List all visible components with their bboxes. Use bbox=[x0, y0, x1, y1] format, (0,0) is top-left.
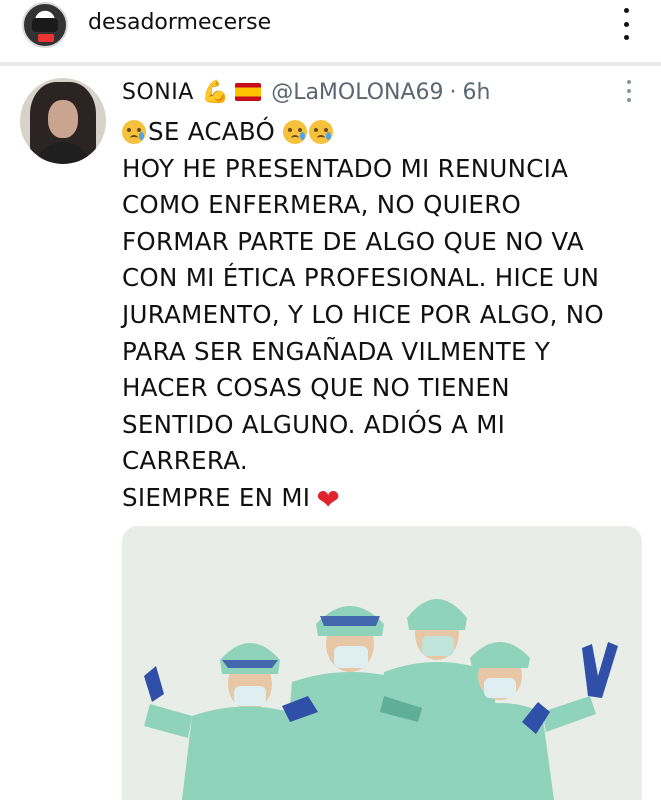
more-options-icon[interactable] bbox=[619, 8, 633, 40]
tweet-line: SE ACABÓ bbox=[122, 114, 642, 151]
tweet-line: CARRERA. bbox=[122, 446, 248, 476]
crying-face-icon bbox=[122, 120, 146, 144]
muscle-emoji-icon: 💪 bbox=[201, 79, 230, 105]
profile-avatar[interactable] bbox=[22, 2, 68, 48]
tweet-line: CON MI ÉTICA PROFESIONAL. HICE UN bbox=[122, 263, 600, 293]
crying-face-icon bbox=[283, 120, 308, 144]
tweet-line: COMO ENFERMERA, NO QUIERO bbox=[122, 190, 522, 220]
tweet-line: SENTIDO ALGUNO. ADIÓS A MI bbox=[122, 409, 506, 439]
post-header: desadormecerse bbox=[0, 0, 661, 52]
tweet-author-name[interactable]: SONIA bbox=[122, 80, 194, 105]
tweet-time: 6h bbox=[462, 79, 491, 105]
heart-emoji-icon: ❤ bbox=[316, 482, 341, 516]
tweet-card: SONIA 💪 @LaMOLONA69 · 6h SE ACABÓ HOY HE… bbox=[0, 66, 661, 800]
tweet-line: JURAMENTO, Y LO HICE POR ALGO, NO bbox=[122, 299, 604, 329]
tweet-text: SE ACABÓ HOY HE PRESENTADO MI RENUNCIA C… bbox=[122, 114, 642, 519]
tweet-handle[interactable]: @LaMOLONA69 bbox=[271, 80, 443, 105]
spain-flag-icon bbox=[235, 83, 262, 101]
tweet-more-icon[interactable] bbox=[625, 80, 633, 102]
tweet-image[interactable] bbox=[122, 526, 642, 800]
tweet-line: HOY HE PRESENTADO MI RENUNCIA bbox=[122, 153, 569, 183]
tweet-separator: · bbox=[449, 79, 457, 105]
tweet-line: HACER COSAS QUE NO TIENEN bbox=[122, 373, 510, 403]
tweet-header: SONIA 💪 @LaMOLONA69 · 6h bbox=[122, 76, 490, 108]
nurses-illustration bbox=[122, 526, 642, 800]
tweet-line: PARA SER ENGAÑADA VILMENTE Y bbox=[122, 336, 551, 366]
post-username[interactable]: desadormecerse bbox=[88, 10, 271, 35]
tweet-avatar[interactable] bbox=[20, 78, 106, 164]
tweet-line: FORMAR PARTE DE ALGO QUE NO VA bbox=[122, 226, 584, 256]
tweet-line: SIEMPRE EN MI ❤ bbox=[122, 480, 642, 519]
crying-face-icon bbox=[309, 120, 334, 144]
